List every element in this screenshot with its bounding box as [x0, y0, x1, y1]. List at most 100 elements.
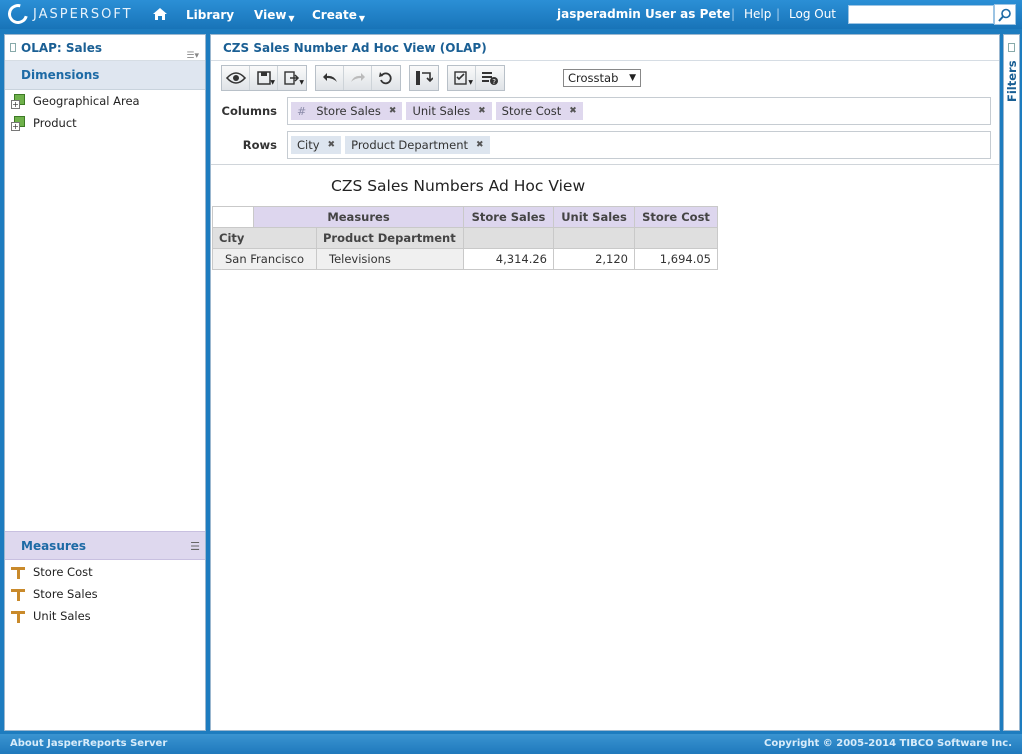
panel-title-text: OLAP: Sales [21, 41, 103, 55]
toolbar-group-history [315, 65, 401, 91]
measure-icon [11, 565, 27, 580]
export-button[interactable]: ▼ [278, 66, 306, 90]
toolbar-group-pivot [409, 65, 439, 91]
search-button[interactable] [994, 4, 1016, 25]
nav-view-label: View [254, 7, 287, 22]
preview-button[interactable] [222, 66, 250, 90]
about-link[interactable]: About JasperReports Server [10, 738, 167, 749]
search-icon [998, 8, 1011, 22]
measure-col-header[interactable]: Store Cost [634, 206, 718, 228]
remove-icon[interactable]: ✖ [476, 140, 484, 150]
search-input[interactable] [848, 5, 994, 24]
top-bar: JASPERSOFT Library View ▼ Create ▼ jaspera… [0, 0, 1022, 29]
measures-label: Measures [21, 539, 87, 553]
column-pill-label: Store Sales [316, 104, 381, 118]
columns-axis: Columns # Store Sales ✖ Unit Sales ✖ Sto… [221, 97, 991, 125]
chevron-down-icon: ▼ [270, 79, 275, 86]
divider: | [776, 7, 781, 21]
measure-label: Store Cost [33, 565, 93, 579]
measure-item[interactable]: Store Cost [5, 561, 205, 583]
help-link[interactable]: Help [744, 0, 771, 29]
measures-menu-icon[interactable]: ☰ [190, 532, 200, 561]
measures-pill[interactable]: # Store Sales ✖ [291, 102, 403, 120]
save-icon [256, 71, 271, 85]
redo-icon [350, 73, 365, 82]
logout-link[interactable]: Log Out [789, 0, 836, 29]
empty-header-cell [553, 227, 635, 249]
copyright: Copyright © 2005-2014 TIBCO Software Inc… [764, 738, 1012, 749]
export-icon [284, 71, 300, 85]
row-pill[interactable]: Product Department ✖ [345, 136, 490, 154]
measure-icon [11, 609, 27, 624]
user-name: jasperadmin User as Pete [557, 7, 731, 21]
save-button[interactable]: ▼ [250, 66, 278, 90]
home-icon[interactable] [152, 6, 168, 22]
options-button[interactable]: ▼ [448, 66, 476, 90]
row-member-city[interactable]: San Francisco [212, 248, 317, 270]
measure-col-header[interactable]: Store Sales [463, 206, 554, 228]
remove-icon[interactable]: ✖ [389, 106, 397, 116]
row-pill[interactable]: City ✖ [291, 136, 342, 154]
row-group-header[interactable]: Product Department [316, 227, 464, 249]
measure-col-header[interactable]: Unit Sales [553, 206, 635, 228]
reset-icon [379, 72, 392, 85]
report-title[interactable]: CZS Sales Numbers Ad Hoc View [331, 177, 585, 195]
measures-list: Store Cost Store Sales Unit Sales [5, 561, 205, 627]
remove-icon[interactable]: ✖ [478, 106, 486, 116]
checklist-icon [453, 71, 467, 85]
measures-header-cell[interactable]: Measures [253, 206, 464, 228]
table-row: San Francisco Televisions 4,314.26 2,120… [212, 248, 718, 270]
measure-item[interactable]: Unit Sales [5, 605, 205, 627]
adhoc-main-panel: CZS Sales Number Ad Hoc View (OLAP) ▼ ▼ … [210, 34, 1000, 731]
dimension-label: Product [33, 116, 77, 130]
rows-dropzone[interactable]: City ✖ Product Department ✖ [287, 131, 991, 159]
filters-panel[interactable]: Filters [1003, 34, 1020, 731]
row-member-department[interactable]: Televisions [316, 248, 464, 270]
jaspersoft-logo[interactable]: JASPERSOFT [4, 0, 133, 28]
column-pill[interactable]: Store Cost ✖ [495, 102, 583, 120]
chevron-down-icon: ▼ [288, 14, 295, 23]
data-cell: 1,694.05 [634, 248, 718, 270]
view-title: CZS Sales Number Ad Hoc View (OLAP) [211, 35, 999, 61]
dimension-item[interactable]: + Product [5, 112, 205, 134]
data-cell: 2,120 [553, 248, 635, 270]
collapse-icon[interactable] [10, 43, 16, 52]
crosstab-table: Measures Store Sales Unit Sales Store Co… [212, 206, 718, 270]
rows-label: Rows [242, 138, 277, 152]
toolbar-group-options: ▼ ? [447, 65, 505, 91]
dimensions-header: Dimensions [5, 61, 205, 90]
panel-title: OLAP: Sales ☰▾ [5, 35, 205, 61]
crosstab-header-row: Measures Store Sales Unit Sales Store Co… [212, 206, 718, 228]
columns-dropzone[interactable]: # Store Sales ✖ Unit Sales ✖ Store Cost … [287, 97, 991, 125]
svg-text:?: ? [492, 78, 496, 86]
measure-label: Store Sales [33, 587, 98, 601]
dimensions-label: Dimensions [21, 68, 100, 82]
data-source-button[interactable]: ? [476, 66, 504, 90]
redo-button[interactable] [344, 66, 372, 90]
eye-icon [225, 72, 246, 84]
column-pill[interactable]: Unit Sales ✖ [406, 102, 492, 120]
filters-label[interactable]: Filters [1005, 60, 1019, 102]
undo-button[interactable] [316, 66, 344, 90]
row-group-header[interactable]: City [212, 227, 317, 249]
nav-library[interactable]: Library [186, 0, 234, 29]
dimension-item[interactable]: + Geographical Area [5, 90, 205, 112]
remove-icon[interactable]: ✖ [328, 140, 336, 150]
pivot-button[interactable] [410, 66, 438, 90]
view-type-select[interactable]: Crosstab ▼ [563, 69, 641, 87]
logo-mark-icon [4, 0, 32, 28]
expand-icon[interactable] [1008, 43, 1015, 52]
measure-item[interactable]: Store Sales [5, 583, 205, 605]
chevron-down-icon: ▼ [299, 79, 304, 86]
nav-view[interactable]: View ▼ [254, 0, 295, 29]
row-pill-label: City [297, 138, 320, 152]
remove-icon[interactable]: ✖ [569, 106, 577, 116]
measures-hash-icon: # [297, 104, 307, 118]
nav-create[interactable]: Create ▼ [312, 0, 365, 29]
nav-library-label: Library [186, 7, 235, 22]
row-pill-label: Product Department [351, 138, 469, 152]
divider: | [731, 7, 736, 21]
fields-panel: OLAP: Sales ☰▾ Dimensions + Geographical… [4, 34, 206, 731]
chevron-down-icon: ▼ [358, 14, 365, 23]
reset-button[interactable] [372, 66, 400, 90]
